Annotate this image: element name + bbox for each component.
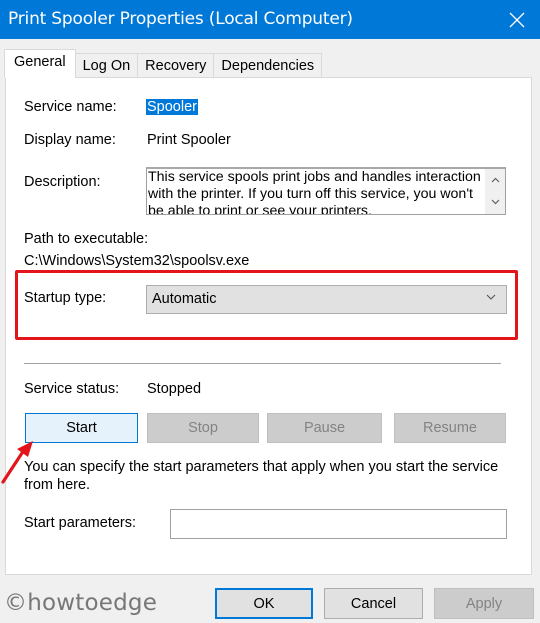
tab-label: Log On	[82, 58, 131, 74]
start-parameters-input[interactable]	[171, 510, 506, 538]
watermark: ©howtoedge	[4, 590, 158, 616]
divider	[24, 363, 501, 364]
cancel-button[interactable]: Cancel	[324, 588, 423, 619]
description-field[interactable]: This service spools print jobs and handl…	[146, 167, 506, 215]
start-parameters-label: Start parameters:	[24, 515, 137, 531]
display-name-label: Display name:	[24, 132, 116, 148]
display-name-value[interactable]: Print Spooler	[147, 132, 231, 148]
chevron-down-icon	[486, 294, 496, 300]
window-title: Print Spooler Properties (Local Computer…	[8, 9, 353, 29]
title-bar: Print Spooler Properties (Local Computer…	[0, 0, 540, 39]
close-icon	[509, 12, 525, 27]
start-button[interactable]: Start	[25, 413, 138, 443]
description-label: Description:	[24, 174, 101, 190]
ok-button[interactable]: OK	[215, 588, 313, 619]
tab-general[interactable]: General	[4, 49, 76, 78]
tab-label: General	[14, 54, 66, 70]
service-name-label: Service name:	[24, 99, 117, 115]
stop-button[interactable]: Stop	[147, 413, 259, 443]
apply-button[interactable]: Apply	[434, 588, 534, 619]
startup-type-value: Automatic	[152, 291, 217, 307]
service-name-value[interactable]: Spooler	[146, 99, 198, 115]
path-value: C:\Windows\System32\spoolsv.exe	[24, 253, 250, 269]
tab-log-on[interactable]: Log On	[74, 53, 139, 78]
scroll-up-button[interactable]	[485, 171, 505, 189]
chevron-up-icon	[491, 177, 499, 183]
startup-type-label: Startup type:	[24, 290, 107, 306]
tab-label: Dependencies	[221, 58, 315, 74]
resume-button[interactable]: Resume	[394, 413, 506, 443]
tab-strip: General Log On Recovery Dependencies	[4, 49, 323, 78]
start-parameters-help: You can specify the start parameters tha…	[24, 459, 499, 493]
tab-label: Recovery	[145, 58, 207, 74]
start-button-label: Start	[66, 420, 97, 436]
service-status-label: Service status:	[24, 381, 120, 397]
start-parameters-field[interactable]	[170, 509, 507, 539]
ok-button-label: OK	[253, 595, 275, 612]
stop-button-label: Stop	[188, 420, 218, 436]
close-button[interactable]	[494, 0, 540, 39]
description-scrollbar[interactable]	[485, 169, 505, 214]
pause-button-label: Pause	[303, 420, 346, 436]
scroll-down-button[interactable]	[485, 193, 505, 211]
path-label: Path to executable:	[24, 231, 149, 247]
cancel-button-label: Cancel	[350, 595, 397, 612]
chevron-down-icon	[491, 199, 499, 205]
service-status-value: Stopped	[147, 381, 202, 397]
resume-button-label: Resume	[423, 420, 477, 436]
apply-button-label: Apply	[465, 595, 503, 612]
tab-dependencies[interactable]: Dependencies	[213, 53, 323, 78]
startup-type-dropdown[interactable]: Automatic	[146, 285, 507, 314]
tab-recovery[interactable]: Recovery	[137, 53, 215, 78]
description-text: This service spools print jobs and handl…	[148, 169, 481, 215]
pause-button[interactable]: Pause	[267, 413, 382, 443]
